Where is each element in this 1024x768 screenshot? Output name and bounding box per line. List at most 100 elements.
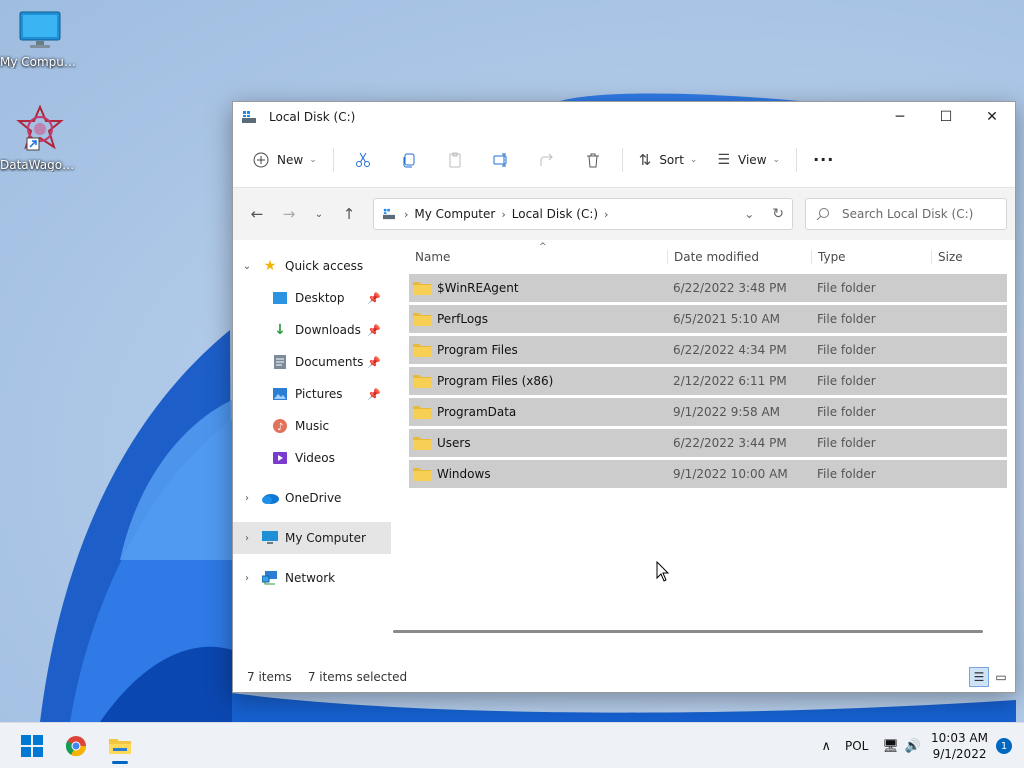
sidebar-item-label: My Computer [285, 531, 366, 545]
document-icon [271, 354, 289, 370]
chevron-down-icon[interactable]: ⌄ [233, 261, 261, 272]
sidebar-item-label: Pictures [295, 387, 343, 401]
monitor-icon [261, 530, 279, 546]
sidebar-item-label: Documents [295, 355, 364, 369]
file-name-cell[interactable]: PerfLogs [409, 312, 667, 326]
sidebar-item-music[interactable]: ♪ Music [233, 410, 391, 442]
minimize-icon: ─ [895, 109, 905, 125]
file-name-cell[interactable]: Windows [409, 467, 667, 481]
drive-icon [383, 208, 395, 220]
paste-button[interactable] [432, 152, 478, 168]
maximize-button[interactable]: ☐ [923, 102, 969, 132]
forward-button[interactable]: → [273, 200, 305, 228]
toolbar-separator [796, 147, 798, 172]
tiles-view-button[interactable]: ▭ [991, 667, 1011, 687]
taskbar: ∧ POL 🖥 🔊 10:03 AM 9/1/2022 1 [0, 722, 1024, 768]
details-view-icon: ☰ [973, 670, 985, 684]
type-cell: File folder [817, 405, 876, 419]
tiles-view-icon: ▭ [995, 670, 1007, 684]
notification-badge[interactable]: 1 [996, 738, 1012, 754]
desktop-icon-my-computer[interactable]: My Computer [0, 10, 80, 69]
sidebar-item-downloads[interactable]: ↓ Downloads 📌 [233, 314, 391, 346]
file-name-cell[interactable]: $WinREAgent [409, 281, 667, 295]
file-name-cell[interactable]: Program Files (x86) [409, 374, 667, 388]
pin-icon: 📌 [367, 355, 381, 369]
column-header-date[interactable]: Date modified [667, 250, 811, 264]
table-row[interactable]: Program Files 6/22/2022 4:34 PM File folde… [409, 336, 1007, 364]
delete-button[interactable] [570, 152, 616, 168]
desktop-icon-datawagon[interactable]: DataWagon... [0, 104, 80, 172]
chevron-right-icon[interactable]: › [233, 533, 261, 544]
file-name-cell[interactable]: Users [409, 436, 667, 450]
share-button[interactable] [524, 152, 570, 168]
file-name: $WinREAgent [437, 281, 519, 295]
chrome-taskbar-button[interactable] [54, 726, 98, 766]
column-header-name[interactable]: Name [409, 250, 667, 264]
table-row[interactable]: Windows 9/1/2022 10:00 AM File folder [409, 460, 1007, 488]
monitor-icon [19, 11, 61, 48]
title-bar[interactable]: Local Disk (C:) ─ ☐ ✕ [233, 102, 1015, 132]
start-button[interactable] [10, 726, 54, 766]
sidebar-item-pictures[interactable]: Pictures 📌 [233, 378, 391, 410]
sidebar-item-documents[interactable]: Documents 📌 [233, 346, 391, 378]
selected-count: 7 items selected [307, 670, 408, 684]
language-indicator[interactable]: POL [845, 739, 868, 753]
address-bar[interactable]: › My Computer › Local Disk (C:) › ⌄ ↻ [373, 198, 793, 230]
show-hidden-icons-chevron-icon[interactable]: ∧ [821, 739, 831, 754]
chevron-down-icon: ⌄ [314, 208, 324, 220]
sidebar-item-desktop[interactable]: Desktop 📌 [233, 282, 391, 314]
horizontal-scrollbar[interactable] [393, 630, 983, 633]
clock-date: 9/1/2022 [932, 747, 987, 761]
back-button[interactable]: ← [241, 200, 273, 228]
search-box[interactable]: Search Local Disk (C:) [805, 198, 1007, 230]
chevron-right-icon[interactable]: › [233, 493, 261, 504]
network-status-icon[interactable]: 🖥 [882, 739, 899, 754]
cut-button[interactable] [340, 152, 386, 168]
network-icon [261, 570, 279, 586]
breadcrumb-my-computer[interactable]: My Computer [414, 207, 495, 221]
copy-button[interactable] [386, 152, 432, 168]
paste-icon [449, 152, 461, 167]
file-list-pane: ^ Name Date modified Type Size $WinREAge… [391, 240, 1015, 663]
sidebar-item-label: Videos [295, 451, 335, 465]
column-header-size[interactable]: Size [931, 250, 1007, 264]
sidebar-item-videos[interactable]: Videos [233, 442, 391, 474]
type-cell: File folder [817, 436, 876, 450]
up-button[interactable]: ↑ [333, 200, 365, 228]
file-explorer-taskbar-button[interactable] [98, 726, 142, 766]
mouse-cursor-icon [656, 561, 670, 582]
view-button[interactable]: ☰ View ⌄ [707, 144, 790, 176]
arrow-left-icon: ← [250, 205, 264, 223]
refresh-icon[interactable]: ↻ [772, 206, 784, 222]
sidebar-item-label: Network [285, 571, 336, 585]
address-history-chevron-icon[interactable]: ⌄ [744, 207, 754, 221]
sidebar-item-quick-access[interactable]: ⌄ ★ Quick access [233, 250, 391, 282]
clock[interactable]: 10:03 AM 9/1/2022 [931, 730, 988, 762]
table-row[interactable]: Users 6/22/2022 3:44 PM File folder [409, 429, 1007, 457]
copy-icon [403, 153, 415, 167]
file-name-cell[interactable]: ProgramData [409, 405, 667, 419]
details-view-button[interactable]: ☰ [969, 667, 989, 687]
sidebar-item-onedrive[interactable]: › OneDrive [233, 482, 391, 514]
table-row[interactable]: ProgramData 9/1/2022 9:58 AM File folder [409, 398, 1007, 426]
chevron-right-icon[interactable]: › [233, 573, 261, 584]
file-name-cell[interactable]: Program Files [409, 343, 667, 357]
table-row[interactable]: $WinREAgent 6/22/2022 3:48 PM File folder [409, 274, 1007, 302]
column-header-type[interactable]: Type [811, 250, 931, 264]
recent-locations-button[interactable]: ⌄ [305, 200, 333, 228]
more-options-button[interactable]: ··· [803, 144, 844, 176]
rename-button[interactable] [478, 152, 524, 168]
sidebar-item-label: OneDrive [285, 491, 342, 505]
new-button[interactable]: New ⌄ [243, 144, 327, 176]
table-row[interactable]: PerfLogs 6/5/2021 5:10 AM File folder [409, 305, 1007, 333]
sidebar-item-my-computer[interactable]: › My Computer [233, 522, 391, 554]
minimize-button[interactable]: ─ [877, 102, 923, 132]
sort-button[interactable]: ⇅ Sort ⌄ [629, 144, 708, 176]
close-button[interactable]: ✕ [969, 102, 1015, 132]
desktop-icon-label: DataWagon... [0, 158, 80, 172]
sidebar-item-network[interactable]: › Network [233, 562, 391, 594]
type-cell: File folder [817, 374, 876, 388]
volume-icon[interactable]: 🔊 [905, 739, 921, 754]
table-row[interactable]: Program Files (x86) 2/12/2022 6:11 PM File… [409, 367, 1007, 395]
breadcrumb-local-disk[interactable]: Local Disk (C:) [512, 207, 598, 221]
